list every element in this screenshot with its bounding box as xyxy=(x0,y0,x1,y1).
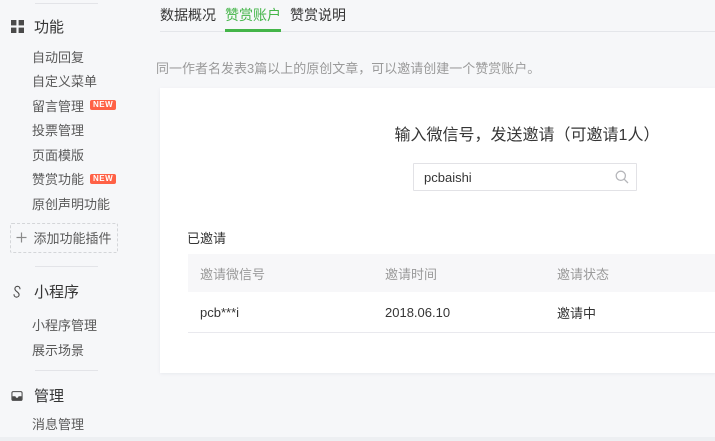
add-plugin-button[interactable]: 添加功能插件 xyxy=(10,223,118,253)
sidebar-item-label: 页面模版 xyxy=(32,145,84,164)
sidebar: 功能 自动回复 自定义菜单 留言管理 NEW 投票管理 页面模版 赞赏功能 NEW … xyxy=(0,0,160,441)
wechat-id-search xyxy=(413,163,637,191)
sidebar-section-label: 管理 xyxy=(34,385,64,406)
sidebar-miniprogram-items: 小程序管理 展示场景 xyxy=(0,313,160,362)
sidebar-item-reward-feature[interactable]: 赞赏功能 NEW xyxy=(0,167,160,192)
tab-bar: 数据概况 赞赏账户 赞赏说明 xyxy=(160,0,715,32)
sidebar-management-items: 消息管理 xyxy=(0,412,160,437)
tab-reward-description[interactable]: 赞赏说明 xyxy=(290,0,346,32)
sidebar-item-label: 赞赏功能 xyxy=(32,169,84,188)
miniprogram-icon xyxy=(10,285,24,299)
sidebar-item-display-scene[interactable]: 展示场景 xyxy=(0,337,160,362)
sidebar-item-label: 自动回复 xyxy=(32,47,84,66)
sidebar-item-label: 小程序管理 xyxy=(32,315,97,334)
sidebar-item-label: 留言管理 xyxy=(32,96,84,115)
page: 功能 自动回复 自定义菜单 留言管理 NEW 投票管理 页面模版 赞赏功能 NEW … xyxy=(0,0,715,441)
sidebar-section-features: 功能 xyxy=(0,18,160,34)
sidebar-item-vote-management[interactable]: 投票管理 xyxy=(0,118,160,143)
column-header-invite-time: 邀请时间 xyxy=(373,264,545,283)
sidebar-section-label: 功能 xyxy=(34,16,64,37)
cell-invite-status: 邀请中 xyxy=(545,303,715,322)
new-badge: NEW xyxy=(90,100,116,110)
sidebar-item-custom-menu[interactable]: 自定义菜单 xyxy=(0,69,160,94)
wechat-id-input[interactable] xyxy=(413,163,637,191)
sidebar-divider xyxy=(35,266,98,267)
sidebar-item-message-management[interactable]: 消息管理 xyxy=(0,412,160,437)
table-row: pcb***i 2018.06.10 邀请中 xyxy=(188,292,715,333)
sidebar-item-label: 消息管理 xyxy=(32,414,84,433)
notice-text: 同一作者名发表3篇以上的原创文章，可以邀请创建一个赞赏账户。 xyxy=(156,58,540,77)
inbox-icon xyxy=(10,389,24,403)
sidebar-item-miniprogram-management[interactable]: 小程序管理 xyxy=(0,313,160,338)
column-header-invite-status: 邀请状态 xyxy=(545,264,715,283)
invite-heading: 输入微信号，发送邀请（可邀请1人） xyxy=(395,121,660,145)
horizontal-scrollbar-track[interactable] xyxy=(0,437,715,441)
reward-account-card: 输入微信号，发送邀请（可邀请1人） 已邀请 邀请微信号 邀请时间 邀请状态 pc… xyxy=(160,88,715,373)
grid-icon xyxy=(10,19,24,33)
sidebar-item-original-statement[interactable]: 原创声明功能 xyxy=(0,191,160,216)
table-header-row: 邀请微信号 邀请时间 邀请状态 xyxy=(188,254,715,292)
invited-table: 邀请微信号 邀请时间 邀请状态 pcb***i 2018.06.10 邀请中 xyxy=(188,254,715,333)
add-plugin-label: 添加功能插件 xyxy=(33,228,111,247)
sidebar-item-page-template[interactable]: 页面模版 xyxy=(0,142,160,167)
plus-icon xyxy=(16,232,27,243)
cell-wechat-id: pcb***i xyxy=(188,305,373,320)
new-badge: NEW xyxy=(90,174,116,184)
sidebar-item-comment-management[interactable]: 留言管理 NEW xyxy=(0,93,160,118)
sidebar-section-label: 小程序 xyxy=(34,281,79,302)
tab-reward-account[interactable]: 赞赏账户 xyxy=(225,0,281,32)
sidebar-section-management: 管理 xyxy=(0,388,160,404)
sidebar-section-miniprogram: 小程序 xyxy=(0,284,160,300)
sidebar-item-label: 展示场景 xyxy=(32,340,84,359)
invited-title: 已邀请 xyxy=(187,228,226,247)
sidebar-divider xyxy=(35,370,98,371)
cell-invite-time: 2018.06.10 xyxy=(373,305,545,320)
sidebar-item-label: 投票管理 xyxy=(32,120,84,139)
sidebar-item-label: 原创声明功能 xyxy=(32,194,110,213)
tab-data-overview[interactable]: 数据概况 xyxy=(160,0,216,32)
column-header-wechat-id: 邀请微信号 xyxy=(188,264,373,283)
sidebar-item-label: 自定义菜单 xyxy=(32,71,97,90)
sidebar-feature-items: 自动回复 自定义菜单 留言管理 NEW 投票管理 页面模版 赞赏功能 NEW 原创声… xyxy=(0,44,160,216)
sidebar-divider xyxy=(35,3,98,4)
sidebar-item-auto-reply[interactable]: 自动回复 xyxy=(0,44,160,69)
search-icon[interactable] xyxy=(614,169,630,185)
